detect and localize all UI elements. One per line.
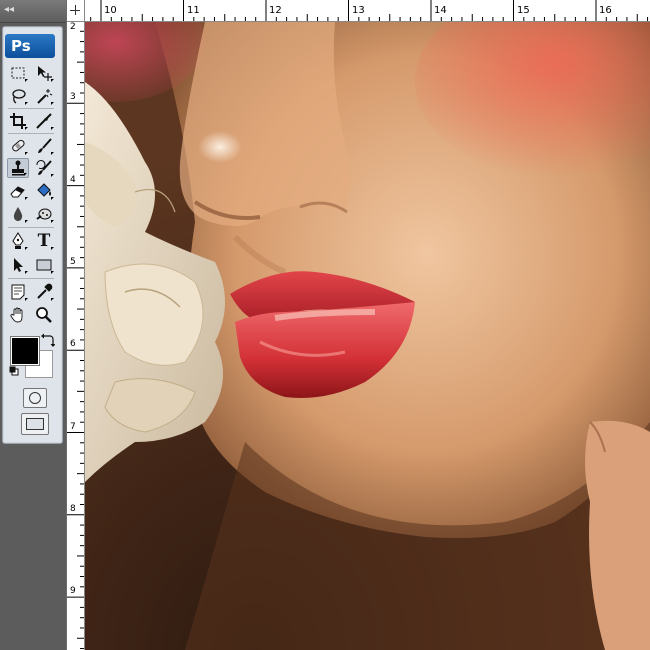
ruler-label: 2: [70, 22, 76, 32]
lasso-tool[interactable]: [7, 86, 29, 106]
type-tool[interactable]: T: [33, 231, 55, 251]
history-brush-tool[interactable]: [33, 158, 55, 178]
vertical-ruler[interactable]: 2 3 4 5 6 7 8 9: [67, 21, 85, 650]
ruler-label: 6: [70, 339, 76, 349]
notes-tool[interactable]: [7, 282, 29, 302]
hand-tool[interactable]: [7, 305, 29, 325]
type-icon: T: [37, 231, 51, 251]
clone-stamp-tool[interactable]: [7, 158, 29, 178]
eyedropper-slice-tool[interactable]: [33, 111, 55, 131]
dodge-tool[interactable]: [33, 204, 55, 224]
ruler-label: 12: [269, 5, 282, 16]
double-left-chevron-icon[interactable]: ◂◂: [4, 4, 18, 16]
ruler-label: 3: [70, 92, 76, 102]
ruler-origin[interactable]: [67, 0, 85, 22]
photoshop-window: ◂◂ Ps T 10 11 12 13 14 15 16 2 3 4 5 6 7…: [0, 0, 650, 650]
screen-mode-button[interactable]: [21, 413, 49, 435]
horizontal-ruler[interactable]: 10 11 12 13 14 15 16: [67, 0, 650, 22]
default-colors-icon[interactable]: [9, 366, 19, 376]
swap-colors-icon[interactable]: [41, 333, 55, 347]
pen-tool[interactable]: [7, 231, 29, 251]
healing-brush-tool[interactable]: [7, 136, 29, 156]
ruler-label: 10: [104, 5, 117, 16]
document-canvas[interactable]: [85, 22, 650, 650]
ruler-label: 9: [70, 586, 76, 596]
eraser-tool[interactable]: [7, 181, 29, 201]
magnifier-icon: [36, 307, 52, 323]
eyedropper-tool[interactable]: [33, 282, 55, 302]
path-selection-tool[interactable]: [7, 255, 29, 275]
ruler-label: 8: [70, 504, 76, 514]
ruler-label: 15: [517, 5, 530, 16]
ruler-label: 7: [70, 422, 76, 432]
ruler-label: 13: [352, 5, 365, 16]
panel-collapse-bar[interactable]: ◂◂: [0, 0, 66, 23]
rectangular-marquee-tool[interactable]: [7, 63, 29, 83]
zoom-tool[interactable]: [33, 305, 55, 325]
foreground-color-swatch[interactable]: [10, 336, 40, 366]
paint-bucket-tool[interactable]: [33, 181, 55, 201]
quick-mask-button[interactable]: [23, 388, 47, 408]
crop-tool[interactable]: [7, 111, 29, 131]
hand-icon: [10, 307, 23, 323]
shape-tool[interactable]: [33, 255, 55, 275]
ruler-label: 4: [70, 175, 76, 185]
move-tool[interactable]: [33, 63, 55, 83]
ruler-label: 5: [70, 257, 76, 267]
brush-tool[interactable]: [33, 136, 55, 156]
ruler-label: 11: [187, 5, 200, 16]
tools-strip: ◂◂ Ps T: [0, 0, 66, 650]
ruler-label: 14: [434, 5, 447, 16]
ruler-label: 16: [599, 5, 612, 16]
portrait-photo: [85, 22, 650, 650]
magic-wand-tool[interactable]: [33, 86, 55, 106]
blur-tool[interactable]: [7, 204, 29, 224]
photoshop-logo[interactable]: Ps: [5, 34, 55, 58]
